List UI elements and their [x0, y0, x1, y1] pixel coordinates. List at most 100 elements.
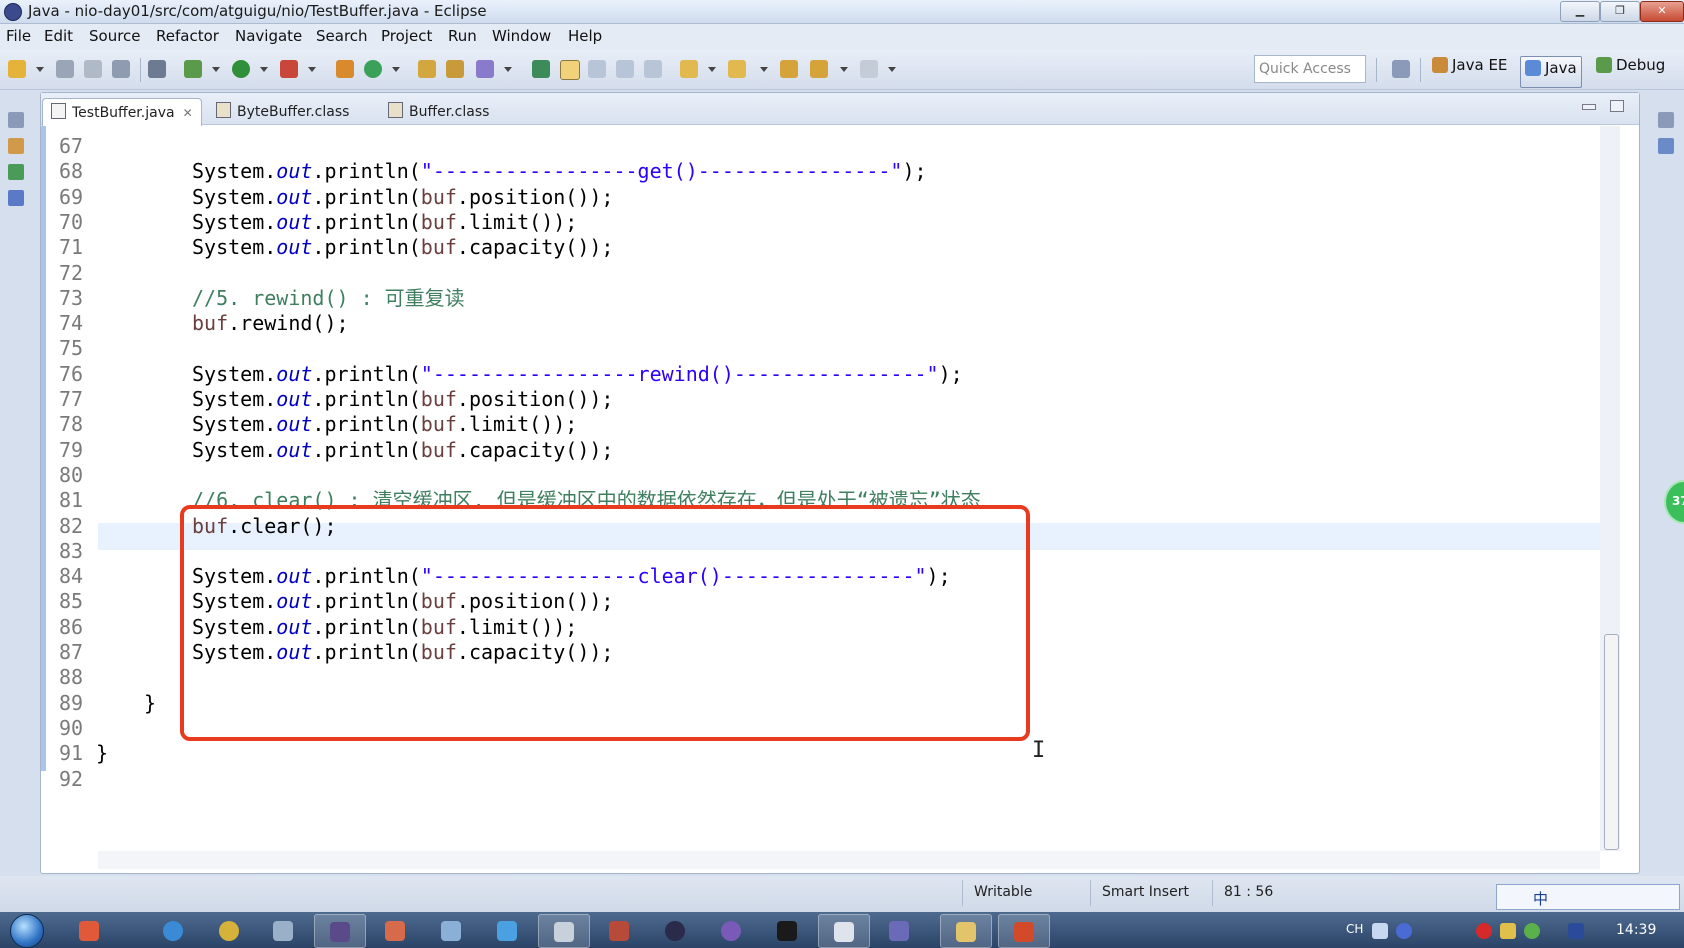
ime-toolbar[interactable]: 中: [1496, 884, 1680, 910]
code-line-92[interactable]: 92: [41, 766, 1601, 793]
taskbar-app-7[interactable]: [482, 914, 532, 946]
taskbar-app-1[interactable]: [64, 914, 114, 946]
type-hierarchy-icon[interactable]: [8, 164, 24, 180]
code-line-80[interactable]: 80: [41, 462, 1601, 489]
taskbar-app-eclipse[interactable]: [314, 914, 366, 948]
tab-bytebuffer-class[interactable]: ByteBuffer.class: [208, 98, 357, 129]
last-edit-location-icon[interactable]: [780, 60, 798, 78]
open-type-icon[interactable]: [418, 60, 436, 78]
new-icon[interactable]: [8, 60, 26, 78]
code-line-72[interactable]: 72: [41, 260, 1601, 287]
pin-editor-icon[interactable]: [532, 60, 550, 78]
code-line-74[interactable]: 74 buf.rewind();: [41, 310, 1601, 337]
show-paragraph-icon[interactable]: [644, 60, 662, 78]
taskbar-app-9[interactable]: [594, 914, 644, 946]
tray-record-icon[interactable]: [1476, 923, 1492, 939]
taskbar-app-folder[interactable]: [940, 914, 992, 948]
input-language-indicator[interactable]: CH: [1346, 922, 1363, 936]
tab-close-icon[interactable]: ✕: [183, 106, 193, 120]
external-tools-icon[interactable]: [280, 60, 298, 78]
forward-dropdown-arrow-icon[interactable]: [888, 67, 896, 72]
code-line-75[interactable]: 75: [41, 335, 1601, 362]
external-tools-dropdown-arrow-icon[interactable]: [308, 67, 316, 72]
code-line-77[interactable]: 77 System.out.println(buf.position());: [41, 386, 1601, 413]
new-java-project-icon[interactable]: [336, 60, 354, 78]
maximize-button[interactable]: ❐: [1600, 1, 1640, 22]
search-icon[interactable]: [476, 60, 494, 78]
horizontal-scrollbar[interactable]: [98, 851, 1600, 869]
previous-annotation-icon[interactable]: [728, 60, 746, 78]
menu-window[interactable]: Window: [492, 27, 551, 45]
restore-right-view-icon[interactable]: [1658, 112, 1674, 128]
taskbar-app-11[interactable]: [706, 914, 756, 946]
debug-dropdown-arrow-icon[interactable]: [212, 67, 220, 72]
open-task-icon[interactable]: [446, 60, 464, 78]
menu-run[interactable]: Run: [448, 27, 477, 45]
tray-app-icon[interactable]: [1500, 923, 1516, 939]
block-selection-icon[interactable]: [616, 60, 634, 78]
toggle-mark-occurrences-icon[interactable]: [148, 60, 166, 78]
perspective-java-ee[interactable]: Java EE: [1432, 56, 1507, 82]
new-dropdown-arrow-icon[interactable]: [36, 67, 44, 72]
code-line-73[interactable]: 73 //5. rewind() : 可重复读: [41, 285, 1601, 312]
tray-update-icon[interactable]: [1524, 923, 1540, 939]
taskbar-clock[interactable]: 14:39: [1616, 922, 1656, 938]
minimize-editor-icon[interactable]: [1582, 104, 1596, 110]
menu-source[interactable]: Source: [89, 27, 141, 45]
minimize-button[interactable]: ▁: [1560, 1, 1600, 22]
outline-icon[interactable]: [8, 190, 24, 206]
window-title-bar[interactable]: Java - nio-day01/src/com/atguigu/nio/Tes…: [0, 0, 1684, 24]
code-line-67[interactable]: 67: [41, 133, 1601, 160]
menu-file[interactable]: File: [6, 27, 31, 45]
back-dropdown-arrow-icon[interactable]: [840, 67, 848, 72]
menu-search[interactable]: Search: [316, 27, 368, 45]
taskbar-app-explorer[interactable]: [258, 914, 308, 946]
task-list-icon[interactable]: [1658, 138, 1674, 154]
vertical-scrollbar-thumb[interactable]: [1604, 634, 1619, 850]
maximize-editor-icon[interactable]: [1610, 100, 1624, 112]
taskbar-app-10[interactable]: [650, 914, 700, 946]
code-line-76[interactable]: 76 System.out.println("-----------------r…: [41, 361, 1601, 388]
toggle-highlight-icon[interactable]: [560, 60, 580, 80]
perspective-debug[interactable]: Debug: [1596, 56, 1665, 82]
next-annotation-icon[interactable]: [680, 60, 698, 78]
open-perspective-icon[interactable]: [1392, 60, 1410, 78]
close-button[interactable]: ✕: [1640, 1, 1684, 22]
menu-project[interactable]: Project: [381, 27, 432, 45]
taskbar-app-cmd[interactable]: [762, 914, 812, 946]
show-whitespace-icon[interactable]: [588, 60, 606, 78]
start-button[interactable]: [4, 912, 48, 948]
tray-ime-icon[interactable]: [1372, 923, 1388, 939]
tab-buffer-class[interactable]: Buffer.class: [380, 98, 497, 129]
back-icon[interactable]: [810, 60, 828, 78]
previous-annotation-dropdown-arrow-icon[interactable]: [760, 67, 768, 72]
save-all-icon[interactable]: [84, 60, 102, 78]
menu-edit[interactable]: Edit: [44, 27, 73, 45]
quick-access-input[interactable]: Quick Access: [1254, 55, 1366, 83]
run-icon[interactable]: [232, 60, 250, 78]
code-line-68[interactable]: 68 System.out.println("-----------------g…: [41, 158, 1601, 185]
restore-view-icon[interactable]: [8, 112, 24, 128]
search-dropdown-arrow-icon[interactable]: [504, 67, 512, 72]
new-class-icon[interactable]: [364, 60, 382, 78]
code-line-79[interactable]: 79 System.out.println(buf.capacity());: [41, 437, 1601, 464]
forward-icon[interactable]: [860, 60, 878, 78]
print-icon[interactable]: [112, 60, 130, 78]
next-annotation-dropdown-arrow-icon[interactable]: [708, 67, 716, 72]
menu-help[interactable]: Help: [568, 27, 602, 45]
code-line-78[interactable]: 78 System.out.println(buf.limit());: [41, 411, 1601, 438]
menu-navigate[interactable]: Navigate: [235, 27, 302, 45]
debug-icon[interactable]: [184, 60, 202, 78]
taskbar-app-14[interactable]: [874, 914, 924, 946]
tray-help-icon[interactable]: [1396, 923, 1412, 939]
save-icon[interactable]: [56, 60, 74, 78]
run-dropdown-arrow-icon[interactable]: [260, 67, 268, 72]
taskbar-app-chrome[interactable]: [204, 914, 254, 946]
vertical-scrollbar[interactable]: [1600, 126, 1620, 851]
taskbar-app-13[interactable]: [818, 914, 870, 948]
taskbar-app-6[interactable]: [426, 914, 476, 946]
taskbar-app-browser[interactable]: [148, 914, 198, 946]
bluetooth-icon[interactable]: [1568, 923, 1584, 939]
code-line-69[interactable]: 69 System.out.println(buf.position());: [41, 184, 1601, 211]
code-line-70[interactable]: 70 System.out.println(buf.limit());: [41, 209, 1601, 236]
